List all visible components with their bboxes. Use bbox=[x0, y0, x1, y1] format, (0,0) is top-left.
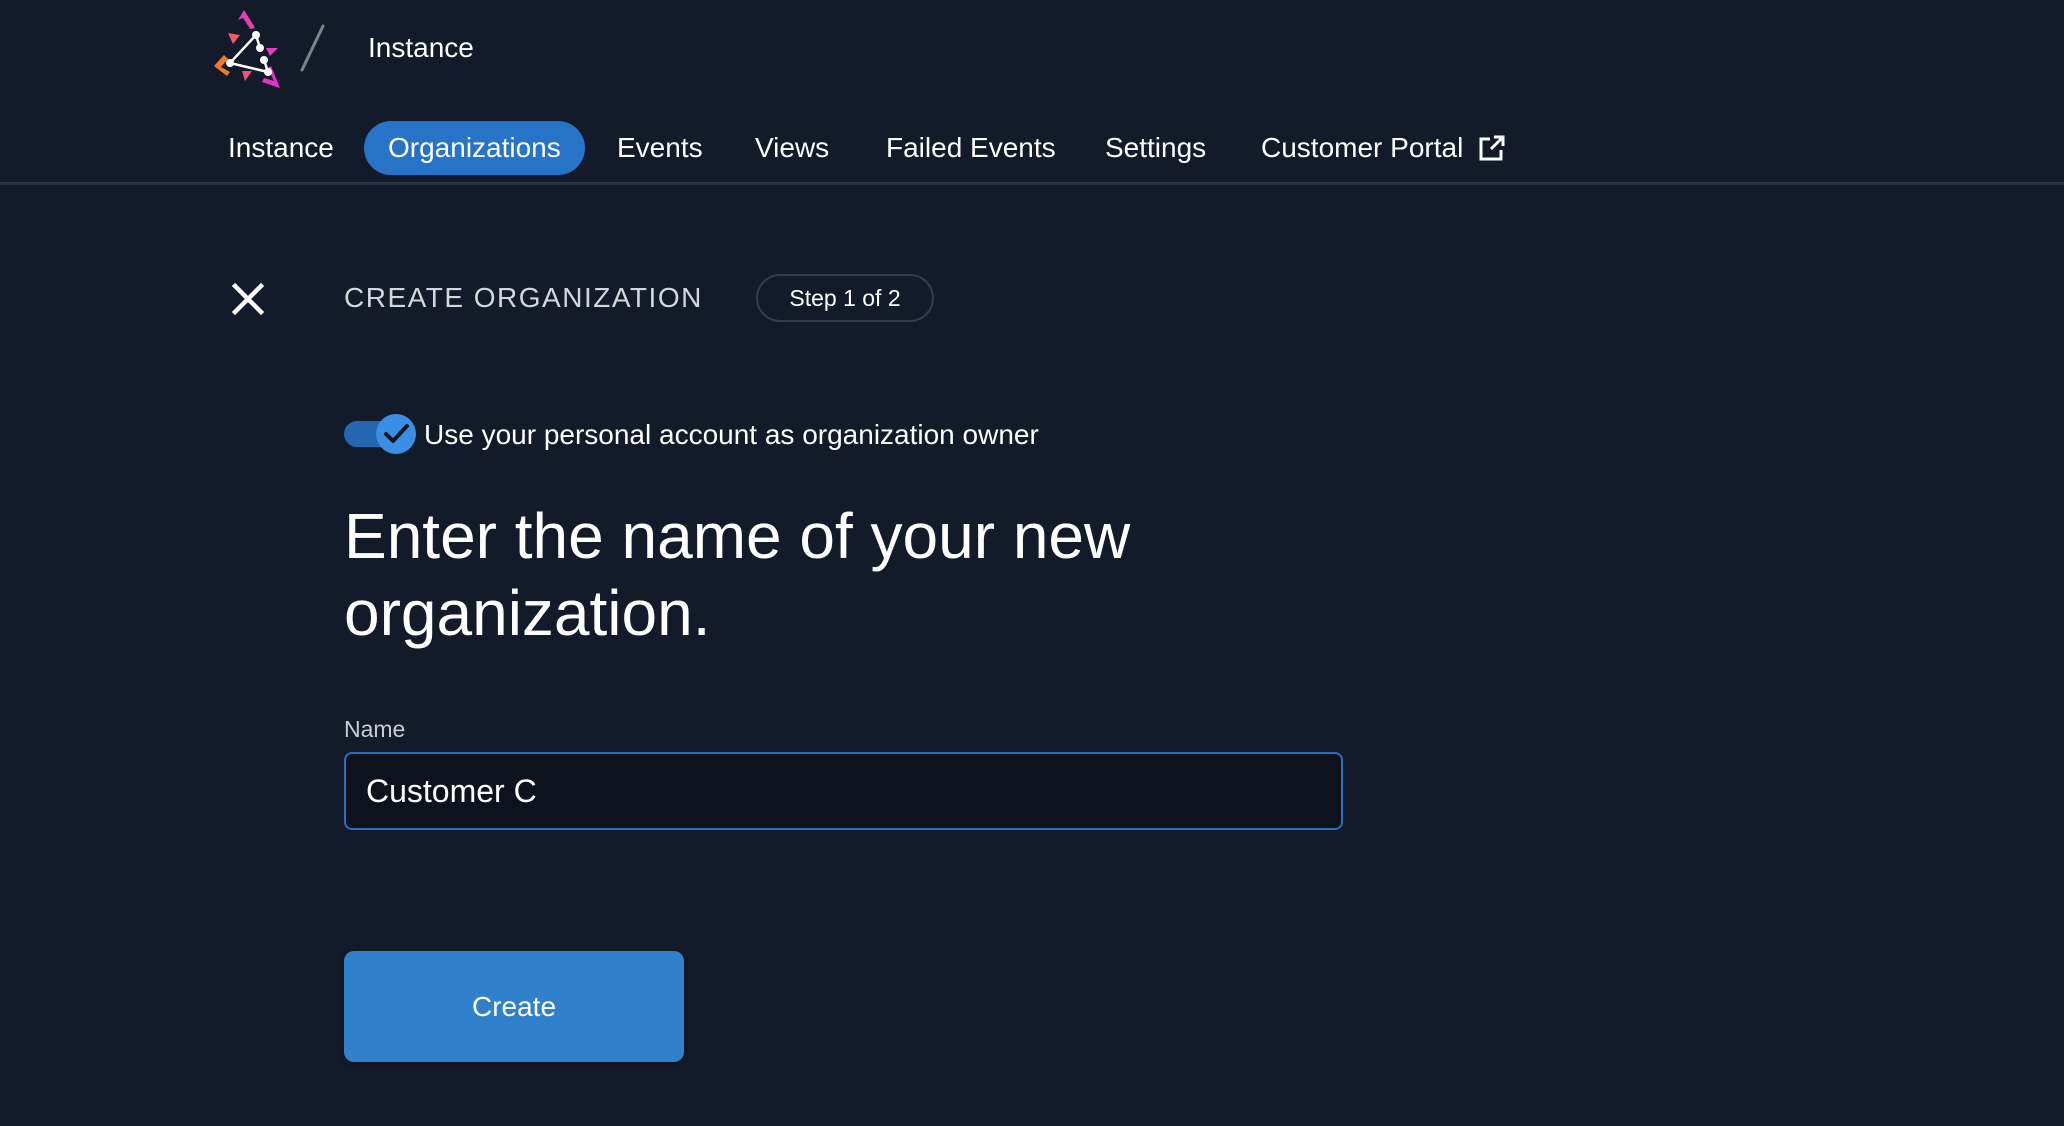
breadcrumb-separator-icon bbox=[300, 24, 325, 72]
create-button[interactable]: Create bbox=[344, 951, 684, 1062]
close-icon[interactable] bbox=[230, 281, 266, 317]
page-heading: Enter the name of your new organization. bbox=[344, 500, 1131, 649]
nav-tab-settings[interactable]: Settings bbox=[1105, 121, 1206, 175]
personal-owner-toggle-label[interactable]: Use your personal account as organizatio… bbox=[424, 416, 1039, 454]
name-field-label: Name bbox=[344, 716, 406, 742]
checkmark-icon bbox=[384, 424, 409, 443]
toggle-knob bbox=[376, 414, 416, 454]
dialog-title: CREATE ORGANIZATION bbox=[344, 282, 703, 313]
nav-tab-customer-portal[interactable]: Customer Portal bbox=[1261, 121, 1463, 175]
nav-tab-instance[interactable]: Instance bbox=[228, 121, 334, 175]
app-logo-icon[interactable] bbox=[200, 8, 282, 88]
top-bar: Instance Instance Organizations Events V… bbox=[0, 0, 2064, 185]
main-nav: Instance Organizations Events Views Fail… bbox=[0, 121, 2064, 175]
organization-name-input[interactable] bbox=[344, 752, 1343, 830]
nav-tab-events[interactable]: Events bbox=[617, 121, 703, 175]
nav-tab-views[interactable]: Views bbox=[755, 121, 829, 175]
breadcrumb-instance[interactable]: Instance bbox=[368, 28, 474, 68]
nav-tab-organizations[interactable]: Organizations bbox=[364, 121, 585, 175]
personal-owner-toggle[interactable] bbox=[344, 413, 416, 455]
step-indicator-badge: Step 1 of 2 bbox=[756, 274, 934, 322]
external-link-icon[interactable] bbox=[1478, 134, 1506, 162]
nav-tab-failed-events[interactable]: Failed Events bbox=[886, 121, 1056, 175]
